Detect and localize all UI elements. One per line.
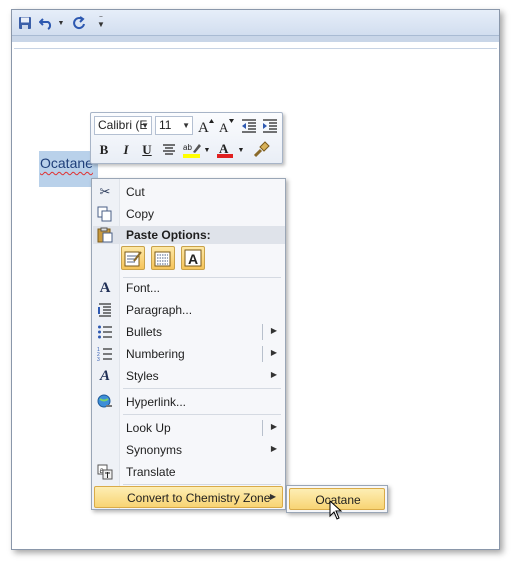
customize-toolbar-icon[interactable]: ‾ ▼ [94,14,108,32]
menu-item-hyperlink[interactable]: Hyperlink... [94,391,283,413]
menu-item-label: Look Up [126,421,171,435]
menu-item-translate[interactable]: a Translate [94,461,283,483]
split-separator [262,346,263,362]
svg-text:A: A [219,120,229,134]
center-align-icon[interactable] [159,140,179,160]
paste-icon [97,227,113,246]
italic-button[interactable]: I [116,140,136,160]
font-icon: A [99,279,111,296]
numbering-icon: 123 [97,346,113,362]
menu-item-label: Synonyms [126,443,183,457]
increase-indent-icon[interactable] [260,116,280,136]
menu-item-label: Translate [126,465,176,479]
ribbon-strip [12,36,499,42]
submenu-arrow-icon: ▶ [270,444,277,453]
submenu-arrow-icon: ▶ [270,370,277,379]
save-icon[interactable] [16,14,34,32]
shrink-font-icon[interactable]: A [217,116,237,136]
menu-item-convert-to-chemistry-zone[interactable]: Convert to Chemistry Zone ▶ [94,486,283,508]
keep-text-only-icon[interactable]: A [181,246,205,270]
menu-item-paragraph[interactable]: Paragraph... [94,299,283,321]
font-name-combo[interactable]: Calibri (E ▼ [94,116,152,135]
styles-icon: A [99,367,110,384]
menu-item-synonyms[interactable]: Synonyms ▶ [94,439,283,461]
font-color-icon[interactable]: A [215,140,235,160]
menu-item-label: Bullets [126,325,163,339]
menu-item-label: Styles [126,369,159,383]
menu-item-cut[interactable]: ✂ Cut [94,181,283,203]
menu-separator [123,484,281,485]
menu-item-label: Convert to Chemistry Zone [127,491,271,505]
quick-access-toolbar: ▼ ‾ ▼ [12,10,499,36]
svg-text:3: 3 [97,357,100,362]
font-size-combo[interactable]: 11 ▼ [155,116,193,135]
paragraph-icon [97,302,113,318]
submenu-arrow-icon[interactable]: ▶ [271,348,277,357]
menu-item-font[interactable]: A Font... [94,277,283,299]
merge-formatting-icon[interactable] [151,246,175,270]
submenu-arrow-icon[interactable]: ▶ [271,326,277,335]
undo-dropdown-icon[interactable]: ▼ [56,14,66,32]
highlight-color-icon[interactable]: ab [181,140,203,160]
menu-separator [123,388,281,389]
font-name-value: Calibri (E [98,118,148,132]
menu-item-styles[interactable]: A Styles ▶ [94,365,283,387]
mini-toolbar: Calibri (E ▼ 11 ▼ A A B I U ab ▼ A ▼ [90,112,283,164]
format-painter-icon[interactable] [251,140,271,160]
chevron-down-icon: ▼ [141,121,149,130]
context-menu: ✂ Cut Copy Paste Options: A A Font... Pa… [91,178,286,510]
menu-item-label: Numbering [126,347,185,361]
redo-icon[interactable] [70,14,88,32]
scissors-icon: ✂ [99,184,111,199]
split-separator [262,324,263,340]
svg-text:ab: ab [183,143,192,152]
underline-button[interactable]: U [137,140,157,160]
paste-options-label: Paste Options: [126,228,211,242]
highlight-dropdown-icon[interactable]: ▼ [202,140,212,160]
menu-item-numbering[interactable]: 123 Numbering ▶ [94,343,283,365]
submenu-arrow-icon[interactable]: ▶ [271,422,277,431]
submenu-arrow-icon: ▶ [269,492,276,501]
menu-item-bullets[interactable]: Bullets ▶ [94,321,283,343]
menu-item-copy[interactable]: Copy [94,203,283,225]
translate-icon: a [97,464,113,480]
paste-options-header: Paste Options: [93,226,285,244]
decrease-indent-icon[interactable] [239,116,259,136]
hyperlink-icon [97,394,113,410]
font-color-dropdown-icon[interactable]: ▼ [236,140,246,160]
keep-source-formatting-icon[interactable] [121,246,145,270]
selected-word-text: Ocatane [40,155,93,171]
split-separator [262,420,263,436]
undo-icon[interactable] [38,14,56,32]
menu-item-label: Copy [126,207,155,221]
bold-button[interactable]: B [94,140,114,160]
menu-item-label: Cut [126,185,145,199]
bullets-icon [97,324,113,340]
grow-font-icon[interactable]: A [196,116,216,136]
font-size-value: 11 [159,118,172,132]
menu-separator [123,414,281,415]
svg-text:A: A [188,251,198,267]
chevron-down-icon: ▼ [182,121,190,130]
mouse-cursor-icon [329,499,343,520]
copy-icon [97,206,113,222]
svg-text:A: A [198,120,209,134]
svg-text:A: A [219,141,229,156]
menu-item-label: Font... [126,281,161,295]
menu-item-label: Paragraph... [126,303,193,317]
menu-item-look-up[interactable]: Look Up ▶ [94,417,283,439]
menu-item-label: Hyperlink... [126,395,187,409]
